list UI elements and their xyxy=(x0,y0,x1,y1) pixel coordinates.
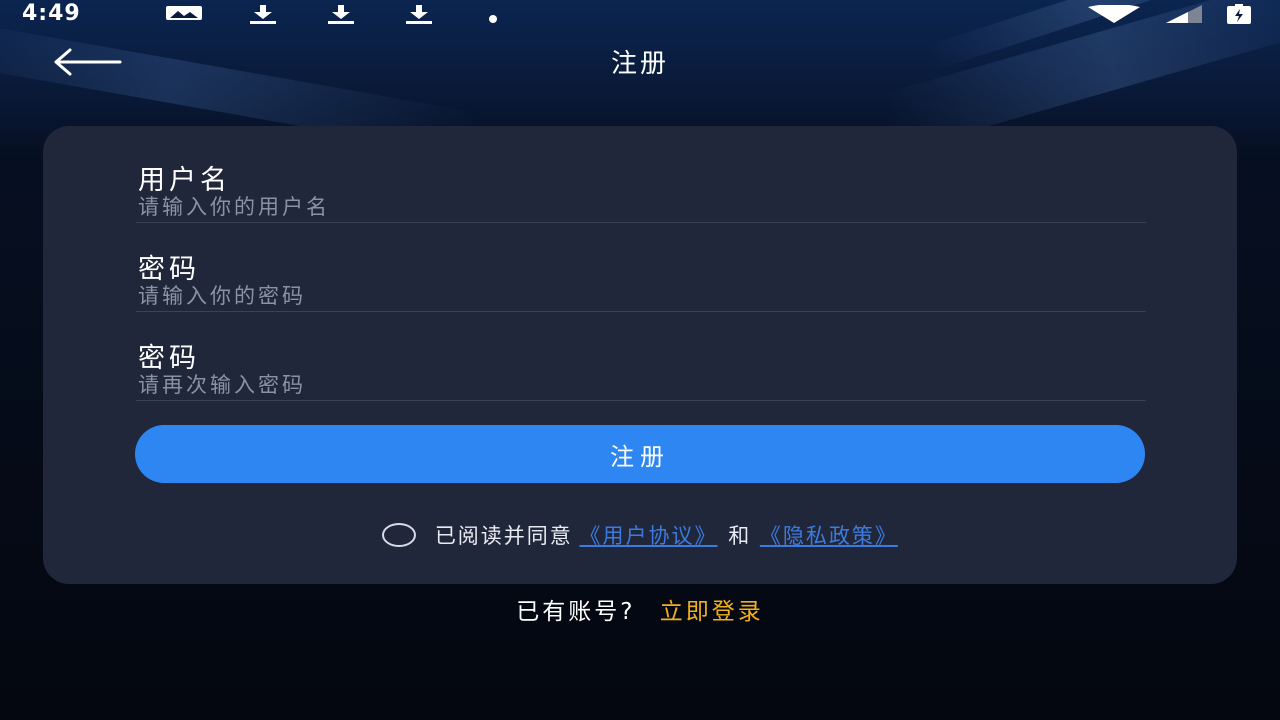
download-icon xyxy=(245,4,281,28)
dot-icon xyxy=(488,9,498,28)
login-row: 已有账号? 立即登录 xyxy=(0,592,1280,626)
wifi-icon xyxy=(1086,4,1142,27)
status-bar: 4:49 xyxy=(0,0,1280,28)
agreement-row: 已阅读并同意 《用户协议》 和 《隐私政策》 xyxy=(43,520,1237,550)
confirm-password-input[interactable] xyxy=(138,370,1038,400)
status-right-icons xyxy=(1086,4,1252,28)
password-input[interactable] xyxy=(138,281,1038,311)
agree-radio[interactable] xyxy=(382,523,417,547)
username-field: 用户名 xyxy=(136,134,1146,223)
page-title: 注册 xyxy=(610,49,669,79)
login-prompt: 已有账号? xyxy=(516,599,636,625)
signal-icon xyxy=(1164,5,1204,27)
status-time: 4:49 xyxy=(22,1,81,26)
register-button[interactable]: 注册 xyxy=(135,425,1145,483)
register-card: 用户名 密码 密码 注册 已阅读并同意 《用户协议》 和 《隐私政策》 xyxy=(43,126,1237,584)
download-icon xyxy=(401,4,437,28)
confirm-password-field: 密码 xyxy=(136,312,1146,401)
battery-icon xyxy=(1226,4,1252,28)
agree-text: 已阅读并同意 xyxy=(434,524,573,548)
image-icon xyxy=(164,4,204,26)
privacy-policy-link[interactable]: 《隐私政策》 xyxy=(760,520,898,550)
username-input[interactable] xyxy=(138,192,1038,222)
password-field: 密码 xyxy=(136,223,1146,312)
download-icon xyxy=(323,4,359,28)
login-link[interactable]: 立即登录 xyxy=(660,599,764,625)
user-agreement-link[interactable]: 《用户协议》 xyxy=(580,520,718,550)
and-text: 和 xyxy=(728,524,750,548)
